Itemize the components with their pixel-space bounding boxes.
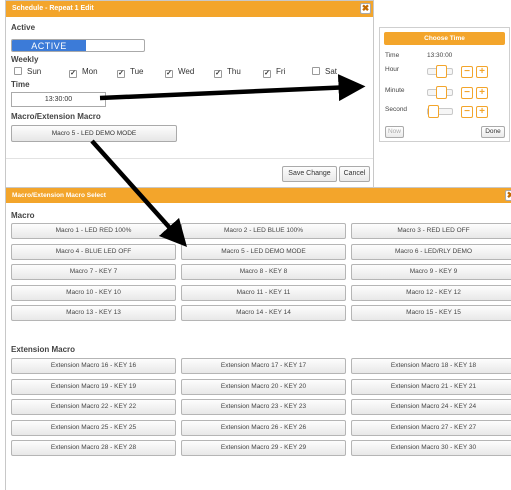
macro-option-button[interactable]: Macro 13 - KEY 13	[11, 305, 176, 321]
day-label: Thu	[227, 67, 241, 76]
macro-select-button[interactable]: Macro 5 - LED DEMO MODE	[11, 125, 177, 142]
extension-macro-option-button[interactable]: Extension Macro 27 - KEY 27	[351, 419, 511, 436]
macro-option-button[interactable]: Macro 9 - KEY 9	[351, 264, 511, 280]
divider	[6, 158, 373, 159]
time-input[interactable]: 13:30:00	[11, 92, 106, 107]
time-picker: Choose Time Time 13:30:00 Hour − + Minut…	[379, 27, 510, 142]
time-picker-header: Choose Time	[384, 32, 505, 45]
active-toggle[interactable]: ACTIVE	[11, 39, 145, 52]
macro-grid: Macro 1 - LED RED 100% Macro 2 - LED BLUE…	[11, 223, 511, 323]
picker-time-label: Time	[385, 52, 400, 59]
day-label: Wed	[178, 67, 195, 76]
minute-label: Minute	[385, 87, 405, 94]
day-checkbox-mon[interactable]: ✓ Mon	[69, 66, 98, 78]
macro-option-button[interactable]: Macro 10 - KEY 10	[11, 284, 176, 301]
extension-macro-option-button[interactable]: Extension Macro 18 - KEY 18	[351, 358, 511, 374]
day-label: Sat	[325, 67, 338, 76]
second-plus-button[interactable]: +	[476, 106, 488, 118]
extension-macro-option-button[interactable]: Extension Macro 23 - KEY 23	[181, 399, 346, 415]
done-button[interactable]: Done	[481, 126, 505, 138]
extension-macro-option-button[interactable]: Extension Macro 25 - KEY 25	[11, 419, 176, 436]
extension-macro-option-button[interactable]: Extension Macro 26 - KEY 26	[181, 419, 346, 436]
save-change-button[interactable]: Save Change	[282, 166, 337, 182]
second-slider[interactable]	[427, 105, 453, 118]
second-slider-handle[interactable]	[428, 105, 439, 118]
day-checkbox-thu[interactable]: ✓ Thu	[214, 66, 241, 78]
day-label: Mon	[82, 67, 98, 76]
macro-option-button[interactable]: Macro 3 - RED LED OFF	[351, 223, 511, 239]
macro-option-button[interactable]: Macro 5 - LED DEMO MODE	[181, 243, 346, 260]
macro-option-button[interactable]: Macro 11 - KEY 11	[181, 284, 346, 301]
schedule-dialog-titlebar[interactable]: Schedule - Repeat 1 Edit ✖	[6, 1, 373, 17]
extension-macro-option-button[interactable]: Extension Macro 17 - KEY 17	[181, 358, 346, 374]
extension-macro-option-button[interactable]: Extension Macro 16 - KEY 16	[11, 358, 176, 374]
second-minus-button[interactable]: −	[461, 106, 473, 118]
minute-slider-handle[interactable]	[435, 86, 447, 99]
macro-option-button[interactable]: Macro 4 - BLUE LED OFF	[11, 243, 176, 260]
extension-macro-option-button[interactable]: Extension Macro 22 - KEY 22	[11, 399, 176, 415]
hour-slider[interactable]	[427, 65, 453, 78]
extension-macro-section-label: Extension Macro	[11, 345, 76, 354]
day-checkbox-fri[interactable]: ✓ Fri	[263, 66, 285, 78]
macro-dialog-titlebar[interactable]: Macro/Extension Macro Select ✖	[6, 188, 511, 203]
macro-label: Macro/Extension Macro	[11, 112, 101, 121]
now-button[interactable]: Now	[385, 126, 404, 138]
day-label: Tue	[130, 67, 144, 76]
extension-macro-option-button[interactable]: Extension Macro 28 - KEY 28	[11, 440, 176, 456]
day-checkbox-sat[interactable]: Sat	[312, 66, 337, 78]
macro-option-button[interactable]: Macro 12 - KEY 12	[351, 284, 511, 301]
close-icon[interactable]: ✖	[360, 3, 371, 14]
macro-select-dialog: Macro/Extension Macro Select ✖ Macro Mac…	[5, 187, 511, 490]
day-checkbox-wed[interactable]: ✓ Wed	[165, 66, 194, 78]
macro-option-button[interactable]: Macro 15 - KEY 15	[351, 305, 511, 321]
time-label: Time	[11, 80, 30, 89]
day-checkbox-tue[interactable]: ✓ Tue	[117, 66, 144, 78]
hour-slider-handle[interactable]	[436, 65, 448, 78]
extension-macro-grid: Extension Macro 16 - KEY 16 Extension Mac…	[11, 358, 511, 458]
minute-minus-button[interactable]: −	[461, 87, 473, 99]
second-label: Second	[385, 106, 408, 113]
checkmark-icon[interactable]: ✓	[69, 70, 77, 78]
hour-label: Hour	[385, 66, 400, 73]
checkbox-empty-icon[interactable]	[14, 67, 22, 75]
schedule-dialog-title: Schedule - Repeat 1 Edit	[12, 5, 94, 12]
macro-option-button[interactable]: Macro 7 - KEY 7	[11, 264, 176, 280]
macro-option-button[interactable]: Macro 6 - LED/RLY DEMO	[351, 243, 511, 260]
macro-section-label: Macro	[11, 211, 35, 220]
weekly-label: Weekly	[11, 55, 39, 64]
minute-plus-button[interactable]: +	[476, 87, 488, 99]
checkmark-icon[interactable]: ✓	[165, 70, 173, 78]
schedule-dialog: Schedule - Repeat 1 Edit ✖ Active ACTIVE…	[5, 0, 374, 188]
checkbox-empty-icon[interactable]	[312, 67, 320, 75]
active-label: Active	[11, 23, 36, 32]
macro-dialog-title: Macro/Extension Macro Select	[12, 192, 106, 199]
macro-option-button[interactable]: Macro 14 - KEY 14	[181, 305, 346, 321]
extension-macro-option-button[interactable]: Extension Macro 19 - KEY 19	[11, 378, 176, 395]
extension-macro-option-button[interactable]: Extension Macro 24 - KEY 24	[351, 399, 511, 415]
macro-option-button[interactable]: Macro 2 - LED BLUE 100%	[181, 223, 346, 239]
extension-macro-option-button[interactable]: Extension Macro 20 - KEY 20	[181, 378, 346, 395]
checkmark-icon[interactable]: ✓	[117, 70, 125, 78]
active-toggle-state: ACTIVE	[12, 40, 86, 51]
minute-slider[interactable]	[427, 86, 453, 99]
checkmark-icon[interactable]: ✓	[214, 70, 222, 78]
extension-macro-option-button[interactable]: Extension Macro 21 - KEY 21	[351, 378, 511, 395]
day-label: Sun	[27, 67, 42, 76]
extension-macro-option-button[interactable]: Extension Macro 29 - KEY 29	[181, 440, 346, 456]
macro-option-button[interactable]: Macro 8 - KEY 8	[181, 264, 346, 280]
weekday-checkboxes: Sun ✓ Mon ✓ Tue ✓ Wed ✓ Thu ✓ Fri Sat	[14, 66, 374, 78]
day-label: Fri	[276, 67, 286, 76]
checkmark-icon[interactable]: ✓	[263, 70, 271, 78]
cancel-button[interactable]: Cancel	[339, 166, 370, 182]
day-checkbox-sun[interactable]: Sun	[14, 66, 41, 78]
hour-plus-button[interactable]: +	[476, 66, 488, 78]
macro-option-button[interactable]: Macro 1 - LED RED 100%	[11, 223, 176, 239]
close-icon[interactable]: ✖	[505, 190, 511, 201]
picker-time-value: 13:30:00	[427, 52, 453, 59]
hour-minus-button[interactable]: −	[461, 66, 473, 78]
extension-macro-option-button[interactable]: Extension Macro 30 - KEY 30	[351, 440, 511, 456]
